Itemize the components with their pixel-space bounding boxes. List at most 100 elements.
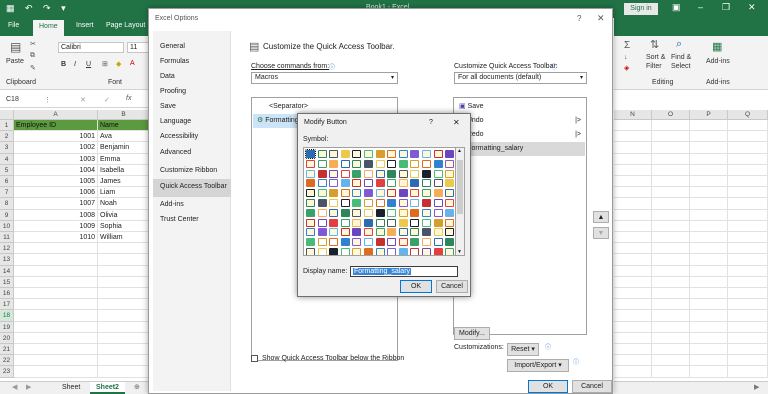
symbol-icon[interactable] (329, 238, 339, 247)
symbol-icon[interactable] (375, 150, 385, 158)
symbol-icon[interactable] (445, 159, 455, 168)
add-ins-icon[interactable]: ▦ (712, 40, 722, 53)
cell[interactable]: Emma (98, 153, 150, 165)
symbol-icon[interactable] (387, 248, 397, 255)
scroll-thumb[interactable] (457, 160, 463, 214)
symbol-icon[interactable] (433, 199, 443, 207)
symbol-icon[interactable] (445, 199, 455, 207)
symbol-icon[interactable] (352, 218, 362, 227)
symbol-icon[interactable] (398, 238, 408, 247)
scroll-down-icon[interactable]: ▼ (457, 249, 462, 255)
symbol-icon[interactable] (398, 169, 408, 178)
symbol-icon[interactable] (375, 238, 385, 247)
cell[interactable] (14, 288, 98, 300)
quick-access-toolbar[interactable]: ▦ ↶ ↷ ▾ (6, 3, 70, 14)
row-header[interactable]: 10 (0, 220, 14, 232)
cell[interactable] (14, 355, 98, 367)
cell[interactable] (14, 276, 98, 288)
modify-help-button[interactable]: ? (429, 119, 433, 126)
symbol-icon[interactable] (352, 169, 362, 178)
row-header[interactable]: 19 (0, 321, 14, 333)
cell[interactable] (690, 243, 728, 255)
symbol-icon[interactable] (445, 179, 455, 188)
scroll-right-icon[interactable]: ▶ (20, 382, 37, 394)
column-header-b[interactable]: B (98, 110, 150, 120)
symbol-icon[interactable] (387, 189, 397, 198)
reset-info-icon[interactable]: ⓘ (545, 342, 551, 351)
cell[interactable]: Noah (98, 198, 150, 210)
nav-item-general[interactable]: General (153, 39, 231, 54)
cell[interactable] (728, 265, 768, 277)
symbol-icon[interactable] (398, 150, 408, 158)
cell[interactable] (614, 243, 652, 255)
symbol-icon[interactable] (306, 159, 315, 168)
cell[interactable]: 1005 (14, 176, 98, 188)
cell[interactable]: Name (98, 120, 150, 132)
cell[interactable] (652, 321, 690, 333)
close-icon[interactable]: ✕ (748, 2, 756, 13)
scroll-right-arrow-icon[interactable]: ▶ (754, 383, 759, 391)
cell[interactable] (98, 288, 150, 300)
symbol-icon[interactable] (410, 228, 420, 237)
cell[interactable]: 1006 (14, 187, 98, 199)
tab-home[interactable]: Home (33, 20, 64, 36)
row-header[interactable]: 22 (0, 355, 14, 367)
cell[interactable] (728, 187, 768, 199)
qat-list[interactable]: ▣ Save ↶ Undo |> ↷ Redo |> ⚙ Formatting_… (453, 97, 587, 335)
tab-insert[interactable]: Insert (76, 22, 94, 29)
cell[interactable] (614, 366, 652, 378)
symbol-icon[interactable] (445, 208, 455, 217)
row-header[interactable]: 21 (0, 344, 14, 356)
cell[interactable] (690, 131, 728, 143)
cell[interactable] (690, 299, 728, 311)
symbol-icon[interactable] (387, 150, 397, 158)
symbol-icon[interactable] (433, 218, 443, 227)
cell[interactable] (690, 164, 728, 176)
cell[interactable] (98, 344, 150, 356)
cell[interactable] (14, 310, 98, 322)
symbol-icon[interactable] (317, 199, 327, 207)
row-header[interactable]: 4 (0, 153, 14, 165)
cell[interactable] (652, 355, 690, 367)
symbol-icon[interactable] (433, 159, 443, 168)
row-header[interactable]: 14 (0, 265, 14, 277)
symbol-icon[interactable] (375, 159, 385, 168)
symbol-icon[interactable] (398, 208, 408, 217)
cell[interactable] (690, 220, 728, 232)
worksheet-grid[interactable]: A B 1 Employee ID Name 2 1001 Ava 3 1002 Benjami… (0, 110, 150, 382)
modify-button[interactable]: Modify... (454, 327, 490, 340)
cell[interactable] (728, 310, 768, 322)
symbol-icon[interactable] (364, 179, 373, 188)
symbol-icon[interactable] (375, 189, 385, 198)
restore-icon[interactable]: ❐ (722, 2, 730, 13)
symbol-icon[interactable] (422, 228, 431, 237)
cell[interactable] (614, 344, 652, 356)
symbol-icon[interactable] (387, 169, 397, 178)
cell[interactable] (690, 276, 728, 288)
cell[interactable] (98, 254, 150, 266)
cell[interactable] (14, 344, 98, 356)
cell[interactable] (652, 153, 690, 165)
customize-qat-select[interactable]: For all documents (default) ▾ (454, 72, 587, 84)
cell[interactable] (690, 344, 728, 356)
cell[interactable]: Benjamin (98, 142, 150, 154)
cell[interactable] (98, 276, 150, 288)
symbol-icon[interactable] (317, 208, 327, 217)
cell[interactable] (690, 254, 728, 266)
symbol-icon[interactable] (433, 150, 443, 158)
cell[interactable] (652, 288, 690, 300)
name-box[interactable]: C18 (6, 96, 19, 103)
cell[interactable] (728, 355, 768, 367)
cell[interactable] (690, 142, 728, 154)
find-icon[interactable]: ⌕ (676, 38, 682, 51)
show-below-checkbox[interactable] (251, 355, 258, 362)
symbol-icon[interactable] (398, 228, 408, 237)
cell[interactable] (614, 310, 652, 322)
sum-icon[interactable]: Σ (624, 40, 630, 51)
symbol-icon[interactable] (410, 208, 420, 217)
sort-filter-icon[interactable]: ⇅ (650, 38, 659, 51)
cell[interactable] (728, 164, 768, 176)
cell[interactable]: Isabella (98, 164, 150, 176)
cell[interactable] (14, 265, 98, 277)
cell[interactable] (728, 243, 768, 255)
